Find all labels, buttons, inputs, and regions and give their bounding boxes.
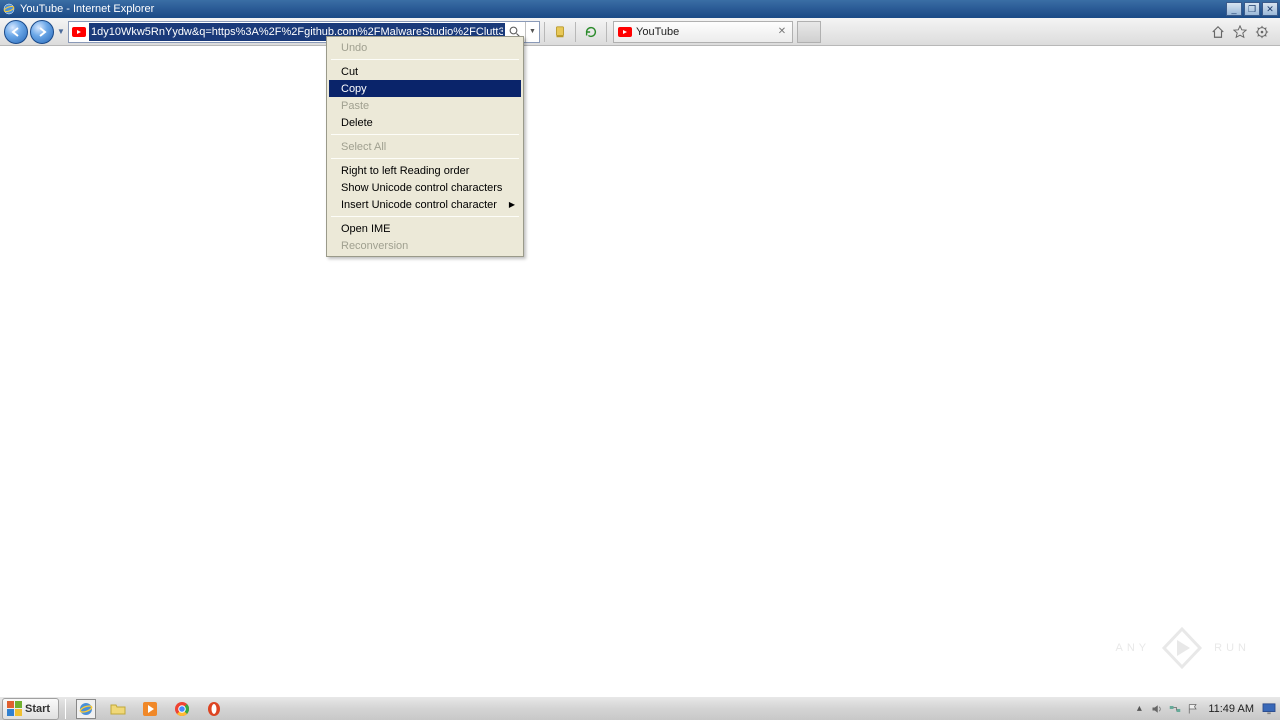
taskbar-opera-icon[interactable] bbox=[204, 699, 224, 719]
context-menu-item[interactable]: Delete bbox=[329, 114, 521, 131]
tray-monitor-icon[interactable] bbox=[1262, 702, 1276, 716]
taskbar-chrome-icon[interactable] bbox=[172, 699, 192, 719]
youtube-icon bbox=[72, 27, 86, 37]
browser-tab[interactable]: YouTube ✕ bbox=[613, 21, 793, 43]
taskbar-media-icon[interactable] bbox=[140, 699, 160, 719]
window-title: YouTube - Internet Explorer bbox=[20, 3, 1226, 15]
tab-label: YouTube bbox=[636, 26, 772, 38]
tab-close-icon[interactable]: ✕ bbox=[776, 26, 788, 38]
submenu-arrow-icon: ▶ bbox=[509, 200, 515, 209]
separator bbox=[606, 22, 607, 42]
page-content bbox=[0, 46, 1280, 696]
forward-button[interactable] bbox=[30, 20, 54, 44]
context-menu-item[interactable]: Show Unicode control characters bbox=[329, 179, 521, 196]
minimize-button[interactable]: _ bbox=[1226, 2, 1242, 16]
context-menu-item[interactable]: Open IME bbox=[329, 220, 521, 237]
context-menu-item[interactable]: Cut bbox=[329, 63, 521, 80]
context-menu-separator bbox=[331, 59, 519, 60]
tools-icon[interactable] bbox=[1254, 24, 1270, 40]
ie-icon bbox=[2, 2, 16, 16]
nav-history-dropdown[interactable]: ▼ bbox=[56, 23, 66, 41]
compat-view-button[interactable] bbox=[549, 21, 571, 43]
start-button[interactable]: Start bbox=[2, 698, 59, 720]
system-tray: ▴ 11:49 AM bbox=[1128, 698, 1280, 720]
context-menu-item[interactable]: Copy bbox=[329, 80, 521, 97]
start-label: Start bbox=[25, 703, 50, 715]
context-menu-item[interactable]: Insert Unicode control character▶ bbox=[329, 196, 521, 213]
tray-network-icon[interactable] bbox=[1168, 702, 1182, 716]
refresh-button[interactable] bbox=[580, 21, 602, 43]
separator bbox=[544, 22, 545, 42]
close-window-button[interactable]: ✕ bbox=[1262, 2, 1278, 16]
favorites-icon[interactable] bbox=[1232, 24, 1248, 40]
context-menu-separator bbox=[331, 158, 519, 159]
taskbar-clock[interactable]: 11:49 AM bbox=[1204, 703, 1258, 715]
tray-expand-icon[interactable]: ▴ bbox=[1132, 702, 1146, 716]
taskbar-ie-icon[interactable] bbox=[76, 699, 96, 719]
youtube-icon bbox=[618, 27, 632, 37]
address-favicon bbox=[71, 24, 87, 40]
context-menu-item: Undo bbox=[329, 39, 521, 56]
taskbar-separator bbox=[65, 699, 66, 719]
back-button[interactable] bbox=[4, 20, 28, 44]
maximize-button[interactable]: ❐ bbox=[1244, 2, 1260, 16]
tab-favicon bbox=[618, 25, 632, 39]
context-menu: Undo CutCopyPasteDelete Select All Right to… bbox=[326, 36, 524, 257]
new-tab-button[interactable] bbox=[797, 21, 821, 43]
context-menu-separator bbox=[331, 216, 519, 217]
taskbar-explorer-icon[interactable] bbox=[108, 699, 128, 719]
tray-volume-icon[interactable] bbox=[1150, 702, 1164, 716]
home-icon[interactable] bbox=[1210, 24, 1226, 40]
context-menu-item: Paste bbox=[329, 97, 521, 114]
context-menu-item: Select All bbox=[329, 138, 521, 155]
window-titlebar: YouTube - Internet Explorer _ ❐ ✕ bbox=[0, 0, 1280, 18]
taskbar: Start ▴ 11:49 AM bbox=[0, 696, 1280, 720]
navigation-bar: ▼ ▼ YouTube ✕ bbox=[0, 18, 1280, 46]
context-menu-item[interactable]: Right to left Reading order bbox=[329, 162, 521, 179]
windows-logo-icon bbox=[7, 701, 23, 717]
context-menu-item: Reconversion bbox=[329, 237, 521, 254]
separator bbox=[575, 22, 576, 42]
context-menu-separator bbox=[331, 134, 519, 135]
address-dropdown[interactable]: ▼ bbox=[525, 22, 539, 42]
tray-flag-icon[interactable] bbox=[1186, 702, 1200, 716]
